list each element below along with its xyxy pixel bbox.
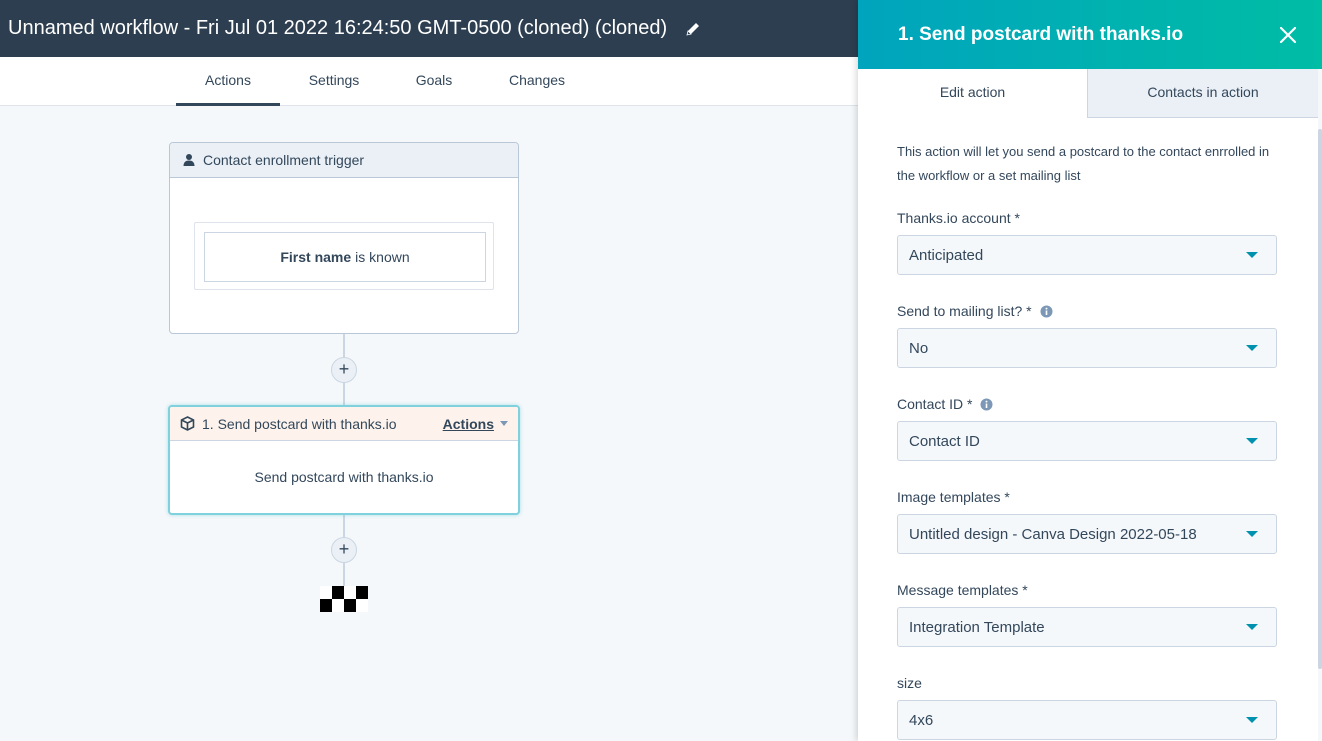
field-label: size — [897, 675, 922, 691]
enrollment-trigger-card[interactable]: Contact enrollment trigger First name is… — [169, 142, 519, 334]
action-header: 1. Send postcard with thanks.io Actions — [170, 407, 518, 441]
tab-goals[interactable]: Goals — [404, 57, 464, 106]
person-icon — [182, 153, 196, 167]
info-icon[interactable] — [1040, 305, 1053, 318]
field-label: Image templates * — [897, 489, 1010, 505]
finish-flag-icon — [320, 586, 368, 612]
tab-edit-action[interactable]: Edit action — [858, 69, 1087, 118]
action-card[interactable]: 1. Send postcard with thanks.io Actions … — [168, 405, 520, 515]
field-contact-id: Contact ID * Contact ID — [897, 394, 1277, 461]
add-action-button[interactable]: + — [331, 537, 357, 563]
mailing-list-select[interactable]: No — [897, 328, 1277, 368]
panel-header: 1. Send postcard with thanks.io — [858, 0, 1322, 69]
info-icon[interactable] — [980, 398, 993, 411]
tab-actions[interactable]: Actions — [176, 57, 280, 106]
workflow-header: Unnamed workflow - Fri Jul 01 2022 16:24… — [0, 0, 858, 57]
panel-tabs: Edit action Contacts in action — [858, 69, 1318, 118]
field-label: Thanks.io account * — [897, 210, 1020, 226]
field-size: size 4x6 — [897, 673, 1277, 740]
field-image-templates: Image templates * Untitled design - Canv… — [897, 487, 1277, 554]
trigger-title: Contact enrollment trigger — [203, 152, 365, 168]
action-body: Send postcard with thanks.io — [254, 469, 434, 485]
select-value: No — [909, 339, 929, 357]
filter-operator: is known — [355, 249, 410, 265]
filter-condition[interactable]: First name is known — [204, 232, 486, 282]
trigger-header: Contact enrollment trigger — [170, 143, 518, 178]
workflow-tabs: Actions Settings Goals Changes — [0, 57, 858, 106]
message-templates-select[interactable]: Integration Template — [897, 607, 1277, 647]
panel-title: 1. Send postcard with thanks.io — [898, 23, 1184, 45]
action-title: 1. Send postcard with thanks.io — [202, 415, 397, 432]
panel-form: This action will let you send a postcard… — [897, 140, 1277, 741]
select-value: Contact ID — [909, 432, 980, 450]
actions-menu-label: Actions — [442, 415, 494, 432]
field-thanksio-account: Thanks.io account * Anticipated — [897, 208, 1277, 275]
tab-changes[interactable]: Changes — [496, 57, 578, 106]
select-value: Untitled design - Canva Design 2022-05-1… — [909, 525, 1197, 543]
box-icon — [180, 416, 195, 431]
field-send-to-mailing-list: Send to mailing list? * No — [897, 301, 1277, 368]
select-value: Integration Template — [909, 618, 1045, 636]
select-value: Anticipated — [909, 246, 984, 264]
close-icon[interactable] — [1253, 0, 1322, 69]
field-label: Contact ID * — [897, 394, 1277, 414]
chevron-down-icon — [1246, 345, 1258, 351]
chevron-down-icon — [1246, 438, 1258, 444]
panel-scrollbar[interactable] — [1318, 69, 1322, 741]
add-action-button[interactable]: + — [331, 357, 357, 383]
thanksio-account-select[interactable]: Anticipated — [897, 235, 1277, 275]
field-message-templates: Message templates * Integration Template — [897, 580, 1277, 647]
workflow-canvas[interactable]: + + Contact enrollment trigger First nam… — [0, 106, 858, 741]
tab-settings[interactable]: Settings — [294, 57, 374, 106]
scrollbar-thumb[interactable] — [1318, 129, 1322, 669]
select-value: 4x6 — [909, 711, 934, 729]
filter-group: First name is known — [194, 222, 494, 290]
chevron-down-icon — [1246, 624, 1258, 630]
filter-property: First name — [280, 249, 352, 265]
actions-menu-button[interactable]: Actions — [443, 416, 508, 432]
image-templates-select[interactable]: Untitled design - Canva Design 2022-05-1… — [897, 514, 1277, 554]
chevron-down-icon — [500, 421, 508, 426]
chevron-down-icon — [1246, 252, 1258, 258]
chevron-down-icon — [1246, 531, 1258, 537]
action-description: This action will let you send a postcard… — [897, 144, 1270, 183]
workflow-title[interactable]: Unnamed workflow - Fri Jul 01 2022 16:24… — [8, 17, 667, 40]
pencil-icon[interactable] — [685, 21, 701, 37]
chevron-down-icon — [1246, 717, 1258, 723]
size-select[interactable]: 4x6 — [897, 700, 1277, 740]
contact-id-select[interactable]: Contact ID — [897, 421, 1277, 461]
field-label: Message templates * — [897, 582, 1028, 598]
tab-contacts-in-action[interactable]: Contacts in action — [1087, 69, 1318, 118]
field-label: Send to mailing list? * — [897, 301, 1277, 321]
action-edit-panel: 1. Send postcard with thanks.io Edit act… — [858, 0, 1322, 741]
